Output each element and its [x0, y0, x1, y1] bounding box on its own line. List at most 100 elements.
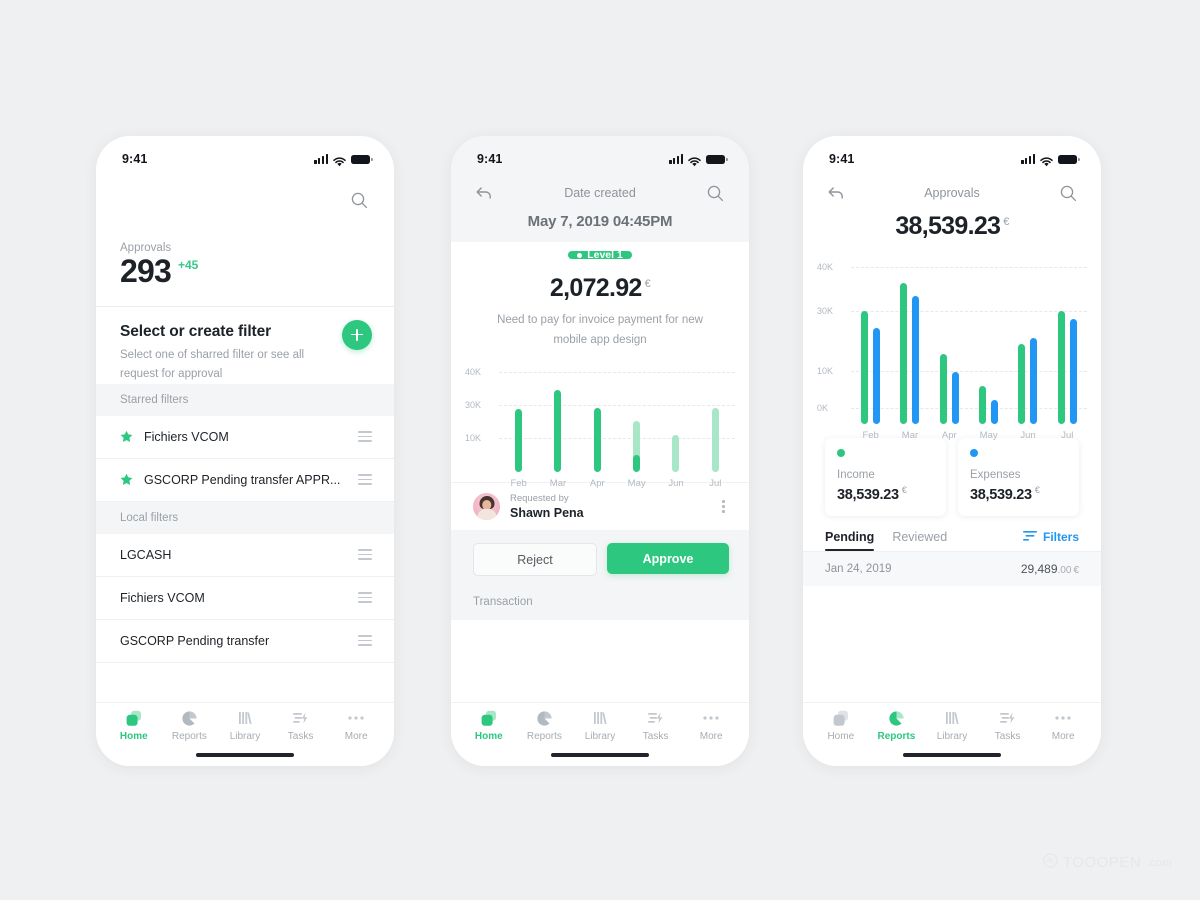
y-tick-label: 10K — [817, 366, 834, 376]
y-tick-label: 40K — [465, 367, 482, 378]
tab-more[interactable]: More — [1035, 709, 1091, 744]
tab-reports[interactable]: Reports — [517, 709, 573, 744]
bar-column — [696, 408, 735, 473]
tab-label: Home — [827, 731, 855, 742]
back-arrow-icon[interactable] — [823, 180, 849, 206]
total-amount: 38,539.23 € — [803, 212, 1101, 241]
search-icon[interactable] — [346, 187, 372, 213]
phone-screen-filters: 9:41 Approvals 293 +45 Select or create … — [96, 136, 394, 766]
tab-more[interactable]: More — [328, 709, 384, 744]
tab-library[interactable]: Library — [572, 709, 628, 744]
filter-lines-icon — [1022, 530, 1037, 544]
card-title: Income — [837, 469, 875, 481]
reports-pie-icon — [536, 709, 553, 727]
transaction-section-label: Transaction — [451, 589, 749, 621]
tab-home[interactable]: Home — [461, 709, 517, 744]
tab-label: Reports — [526, 731, 562, 742]
y-tick-label: 40K — [817, 262, 834, 272]
currency-symbol: € — [1034, 485, 1040, 495]
phone3-navbar: Approvals — [803, 176, 1101, 210]
add-filter-button[interactable] — [342, 319, 372, 350]
currency-symbol: € — [644, 277, 651, 290]
tab-reports[interactable]: Reports — [869, 709, 925, 744]
approve-button[interactable]: Approve — [607, 543, 729, 575]
wifi-icon — [688, 154, 701, 167]
drag-handle-icon[interactable] — [358, 549, 372, 560]
tab-label: Tasks — [994, 731, 1021, 742]
drag-handle-icon[interactable] — [358, 635, 372, 646]
wifi-icon — [1040, 154, 1053, 167]
income-card[interactable]: Income 38,539.23 € — [825, 438, 946, 516]
txn-currency: € — [1073, 564, 1079, 576]
bar-income — [1018, 344, 1026, 424]
table-row[interactable]: Jan 24, 2019 29,489.00 € — [803, 550, 1101, 586]
bar-expenses — [991, 400, 999, 424]
tab-label: Home — [474, 731, 503, 742]
bar-group — [851, 311, 890, 424]
list-item[interactable]: GSCORP Pending transfer — [96, 620, 394, 663]
tasks-bolt-icon — [999, 709, 1016, 727]
wifi-icon — [333, 154, 346, 167]
bar-income — [979, 386, 987, 424]
starred-filter-list: Fichiers VCOM GSCORP Pending transfer AP… — [96, 416, 394, 502]
drag-handle-icon[interactable] — [358, 474, 372, 485]
search-icon[interactable] — [1055, 180, 1081, 206]
watermark: TOOOPEN .com — [1043, 853, 1172, 872]
tab-label: Library — [584, 731, 616, 742]
filters-button[interactable]: Filters — [1022, 530, 1079, 551]
battery-icon — [351, 154, 373, 164]
filter-name: Fichiers VCOM — [120, 590, 205, 605]
bar-group — [930, 354, 969, 424]
card-amount: 38,539.23 — [970, 486, 1032, 503]
list-item[interactable]: Fichiers VCOM — [96, 577, 394, 620]
tab-reviewed[interactable]: Reviewed — [892, 530, 947, 551]
create-filter-title: Select or create filter — [120, 322, 272, 340]
home-icon — [480, 709, 498, 727]
x-tick-label: Jun — [668, 478, 684, 490]
amount-value: 38,539.23 — [895, 212, 1001, 240]
reject-button[interactable]: Reject — [473, 543, 597, 577]
bar-column — [578, 408, 617, 473]
phone2-header: 9:41 Date created May 7, 2019 04:45PM — [451, 136, 749, 242]
tab-tasks[interactable]: Tasks — [980, 709, 1036, 744]
tab-home[interactable]: Home — [106, 709, 162, 744]
canvas: 9:41 Approvals 293 +45 Select or create … — [0, 0, 1200, 900]
phone1-search-row — [96, 176, 394, 220]
section-header-starred: Starred filters — [96, 383, 394, 416]
requested-by-label: Requested by — [510, 493, 569, 505]
tab-label: More — [344, 731, 368, 742]
bar-column — [656, 435, 695, 473]
tab-label: More — [1051, 731, 1075, 742]
kebab-menu-icon[interactable] — [718, 496, 729, 517]
requester-row: Requested by Shawn Pena — [451, 482, 749, 530]
x-tick-label: Feb — [510, 478, 527, 490]
watermark-suffix: .com — [1146, 856, 1172, 869]
x-tick-label: Feb — [862, 430, 879, 441]
transaction-amount: 29,489.00 € — [1021, 562, 1079, 576]
tab-pending[interactable]: Pending — [825, 530, 875, 551]
back-arrow-icon[interactable] — [471, 180, 497, 206]
expenses-card[interactable]: Expenses 38,539.23 € — [958, 438, 1079, 516]
tab-home[interactable]: Home — [813, 709, 869, 744]
tab-more[interactable]: More — [683, 709, 739, 744]
list-item[interactable]: Fichiers VCOM — [96, 416, 394, 459]
drag-handle-icon[interactable] — [358, 431, 372, 442]
badge-label: Level 1 — [587, 249, 623, 261]
avatar — [473, 493, 500, 521]
drag-handle-icon[interactable] — [358, 592, 372, 603]
list-item[interactable]: LGCASH — [96, 534, 394, 577]
more-dots-icon — [702, 709, 720, 727]
status-time: 9:41 — [477, 152, 503, 166]
list-item[interactable]: GSCORP Pending transfer APPR... — [96, 459, 394, 502]
y-tick-label: 0K — [817, 403, 829, 413]
tab-library[interactable]: Library — [924, 709, 980, 744]
bar — [515, 409, 523, 473]
tab-library[interactable]: Library — [217, 709, 273, 744]
bar — [711, 408, 719, 473]
tab-reports[interactable]: Reports — [162, 709, 218, 744]
search-icon[interactable] — [703, 180, 729, 206]
tab-tasks[interactable]: Tasks — [273, 709, 329, 744]
bar-expenses — [912, 296, 920, 424]
tab-tasks[interactable]: Tasks — [628, 709, 684, 744]
filter-name: LGCASH — [120, 547, 172, 562]
